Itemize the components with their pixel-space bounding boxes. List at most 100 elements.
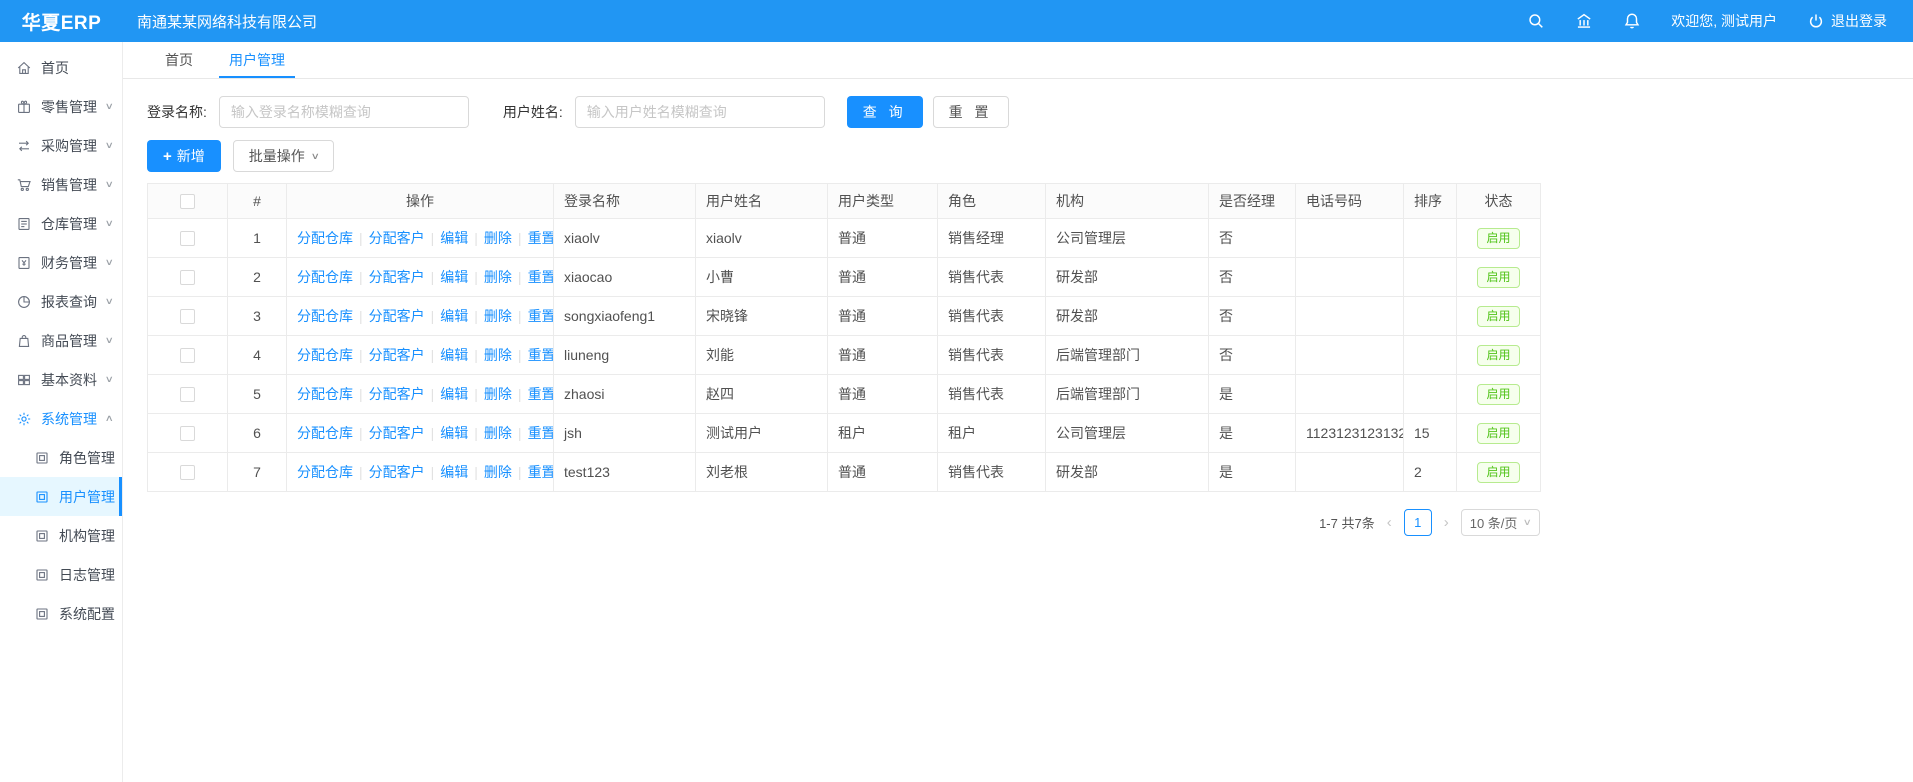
action-link-删除[interactable]: 删除 — [484, 308, 512, 324]
login-name-input[interactable] — [219, 96, 469, 128]
action-divider: | — [474, 386, 478, 402]
sidebar-item-purchase[interactable]: 采购管理∨ — [0, 126, 122, 165]
action-link-分配仓库[interactable]: 分配仓库 — [297, 269, 353, 285]
action-link-分配仓库[interactable]: 分配仓库 — [297, 230, 353, 246]
row-status-cell: 启用 — [1457, 219, 1541, 258]
sidebar-item-retail[interactable]: 零售管理∨ — [0, 87, 122, 126]
action-link-重置密码[interactable]: 重置密码 — [528, 386, 554, 402]
row-role: 销售代表 — [938, 258, 1046, 297]
action-link-分配仓库[interactable]: 分配仓库 — [297, 386, 353, 402]
purchase-icon — [16, 138, 32, 154]
action-link-编辑[interactable]: 编辑 — [440, 269, 468, 285]
action-link-分配仓库[interactable]: 分配仓库 — [297, 425, 353, 441]
row-name: 刘能 — [696, 336, 828, 375]
row-checkbox[interactable] — [180, 387, 195, 402]
action-link-编辑[interactable]: 编辑 — [440, 308, 468, 324]
sidebar-item-report[interactable]: 报表查询∨ — [0, 282, 122, 321]
reset-button[interactable]: 重 置 — [933, 96, 1009, 128]
row-sort — [1404, 336, 1457, 375]
action-link-删除[interactable]: 删除 — [484, 230, 512, 246]
column-header: 机构 — [1046, 184, 1209, 219]
sidebar-subitem-系统配置[interactable]: 系统配置 — [0, 594, 122, 633]
row-checkbox[interactable] — [180, 426, 195, 441]
action-link-分配仓库[interactable]: 分配仓库 — [297, 347, 353, 363]
action-link-分配仓库[interactable]: 分配仓库 — [297, 464, 353, 480]
status-badge: 启用 — [1477, 306, 1519, 327]
query-button[interactable]: 查 询 — [847, 96, 923, 128]
action-link-删除[interactable]: 删除 — [484, 269, 512, 285]
sidebar-subitem-用户管理[interactable]: 用户管理 — [0, 477, 122, 516]
action-link-分配客户[interactable]: 分配客户 — [369, 425, 425, 441]
user-name-input[interactable] — [575, 96, 825, 128]
sidebar-subitem-日志管理[interactable]: 日志管理 — [0, 555, 122, 594]
action-link-删除[interactable]: 删除 — [484, 386, 512, 402]
action-link-重置密码[interactable]: 重置密码 — [528, 230, 554, 246]
next-page-icon[interactable]: › — [1441, 514, 1452, 531]
action-divider: | — [518, 425, 522, 441]
select-all-checkbox[interactable] — [180, 194, 195, 209]
table-toolbar: +新增 批量操作∨ — [147, 140, 1889, 172]
document-icon — [34, 450, 50, 466]
action-link-编辑[interactable]: 编辑 — [440, 386, 468, 402]
action-link-重置密码[interactable]: 重置密码 — [528, 269, 554, 285]
row-org: 后端管理部门 — [1046, 375, 1209, 414]
action-link-重置密码[interactable]: 重置密码 — [528, 308, 554, 324]
row-checkbox[interactable] — [180, 231, 195, 246]
action-link-分配客户[interactable]: 分配客户 — [369, 464, 425, 480]
sidebar-subitem-机构管理[interactable]: 机构管理 — [0, 516, 122, 555]
action-link-删除[interactable]: 删除 — [484, 425, 512, 441]
prev-page-icon[interactable]: ‹ — [1384, 514, 1395, 531]
row-checkbox[interactable] — [180, 309, 195, 324]
action-divider: | — [518, 386, 522, 402]
action-link-编辑[interactable]: 编辑 — [440, 425, 468, 441]
action-link-重置密码[interactable]: 重置密码 — [528, 425, 554, 441]
action-link-删除[interactable]: 删除 — [484, 347, 512, 363]
action-link-分配客户[interactable]: 分配客户 — [369, 308, 425, 324]
action-link-分配客户[interactable]: 分配客户 — [369, 347, 425, 363]
column-header: 登录名称 — [554, 184, 696, 219]
document-icon — [34, 528, 50, 544]
tab-bar: 首页 用户管理 — [123, 42, 1913, 79]
action-link-删除[interactable]: 删除 — [484, 464, 512, 480]
sidebar-item-system[interactable]: 系统管理∧ — [0, 399, 122, 438]
action-link-编辑[interactable]: 编辑 — [440, 230, 468, 246]
notification-bell-icon[interactable] — [1623, 12, 1641, 30]
row-login: liuneng — [554, 336, 696, 375]
table-row: 5分配仓库|分配客户|编辑|删除|重置密码zhaosi赵四普通销售代表后端管理部… — [148, 375, 1541, 414]
row-sort: 15 — [1404, 414, 1457, 453]
sidebar-item-basic[interactable]: 基本资料∨ — [0, 360, 122, 399]
action-link-分配仓库[interactable]: 分配仓库 — [297, 308, 353, 324]
row-role: 销售代表 — [938, 453, 1046, 492]
tab-home[interactable]: 首页 — [147, 42, 211, 78]
search-icon[interactable] — [1527, 12, 1545, 30]
finance-icon — [16, 255, 32, 271]
page-number[interactable]: 1 — [1404, 509, 1432, 536]
page-size-select[interactable]: 10 条/页∨ — [1461, 509, 1540, 536]
row-type: 租户 — [828, 414, 938, 453]
logout-button[interactable]: 退出登录 — [1807, 11, 1887, 31]
platform-icon[interactable] — [1575, 12, 1593, 30]
action-link-重置密码[interactable]: 重置密码 — [528, 347, 554, 363]
document-icon — [34, 567, 50, 583]
table-row: 4分配仓库|分配客户|编辑|删除|重置密码liuneng刘能普通销售代表后端管理… — [148, 336, 1541, 375]
batch-operations-button[interactable]: 批量操作∨ — [233, 140, 335, 172]
row-role: 租户 — [938, 414, 1046, 453]
add-button[interactable]: +新增 — [147, 140, 221, 172]
sidebar-item-goods[interactable]: 商品管理∨ — [0, 321, 122, 360]
sidebar-item-finance[interactable]: 财务管理∨ — [0, 243, 122, 282]
row-checkbox[interactable] — [180, 270, 195, 285]
sidebar-item-sale[interactable]: 销售管理∨ — [0, 165, 122, 204]
table-row: 3分配仓库|分配客户|编辑|删除|重置密码songxiaofeng1宋晓锋普通销… — [148, 297, 1541, 336]
action-link-分配客户[interactable]: 分配客户 — [369, 230, 425, 246]
sidebar-item-warehouse[interactable]: 仓库管理∨ — [0, 204, 122, 243]
action-link-编辑[interactable]: 编辑 — [440, 347, 468, 363]
tab-user-management[interactable]: 用户管理 — [211, 42, 303, 78]
row-checkbox[interactable] — [180, 465, 195, 480]
action-link-分配客户[interactable]: 分配客户 — [369, 269, 425, 285]
row-checkbox[interactable] — [180, 348, 195, 363]
action-link-重置密码[interactable]: 重置密码 — [528, 464, 554, 480]
action-link-分配客户[interactable]: 分配客户 — [369, 386, 425, 402]
sidebar-item-home[interactable]: 首页 — [0, 48, 122, 87]
action-link-编辑[interactable]: 编辑 — [440, 464, 468, 480]
sidebar-subitem-角色管理[interactable]: 角色管理 — [0, 438, 122, 477]
